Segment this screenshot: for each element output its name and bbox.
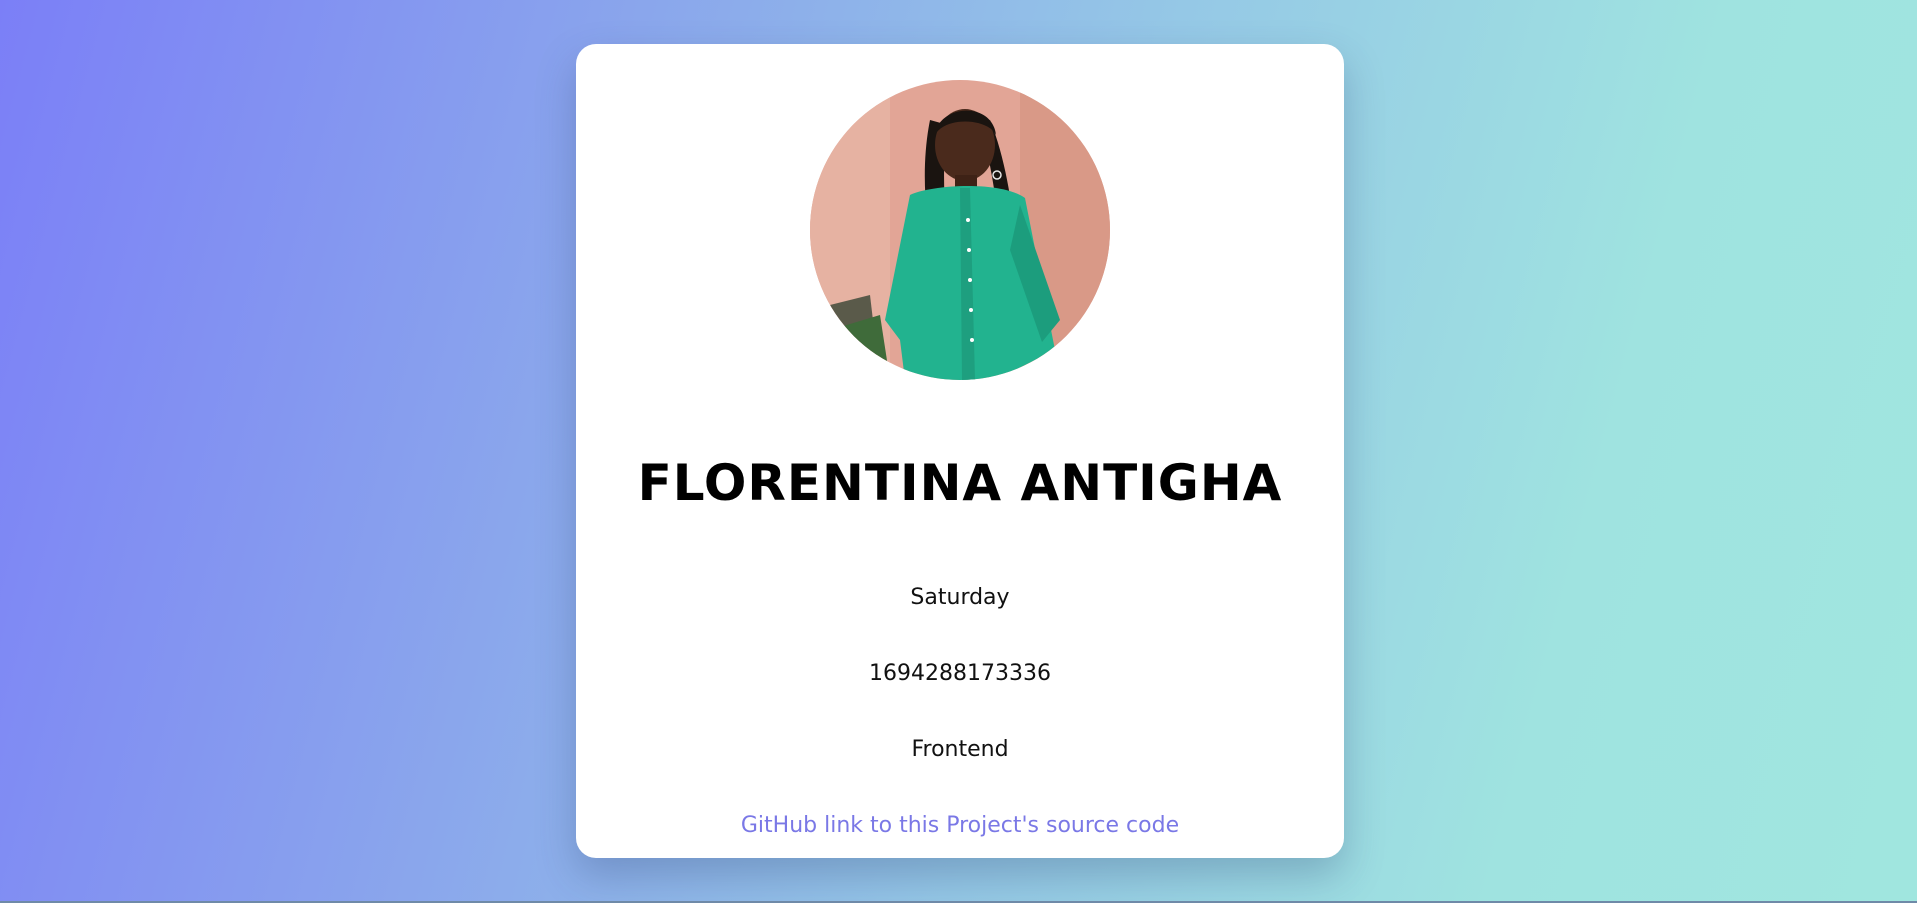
github-source-link[interactable]: GitHub link to this Project's source cod… bbox=[576, 815, 1344, 837]
current-utc-time: 1694288173336 bbox=[869, 661, 1051, 686]
avatar-photo bbox=[810, 80, 1110, 380]
profile-avatar bbox=[810, 80, 1110, 380]
track-label: Frontend bbox=[911, 737, 1009, 762]
profile-card: FLORENTINA ANTIGHA Saturday 169428817333… bbox=[576, 44, 1344, 858]
current-day: Saturday bbox=[910, 585, 1010, 610]
profile-name: FLORENTINA ANTIGHA bbox=[637, 454, 1283, 512]
